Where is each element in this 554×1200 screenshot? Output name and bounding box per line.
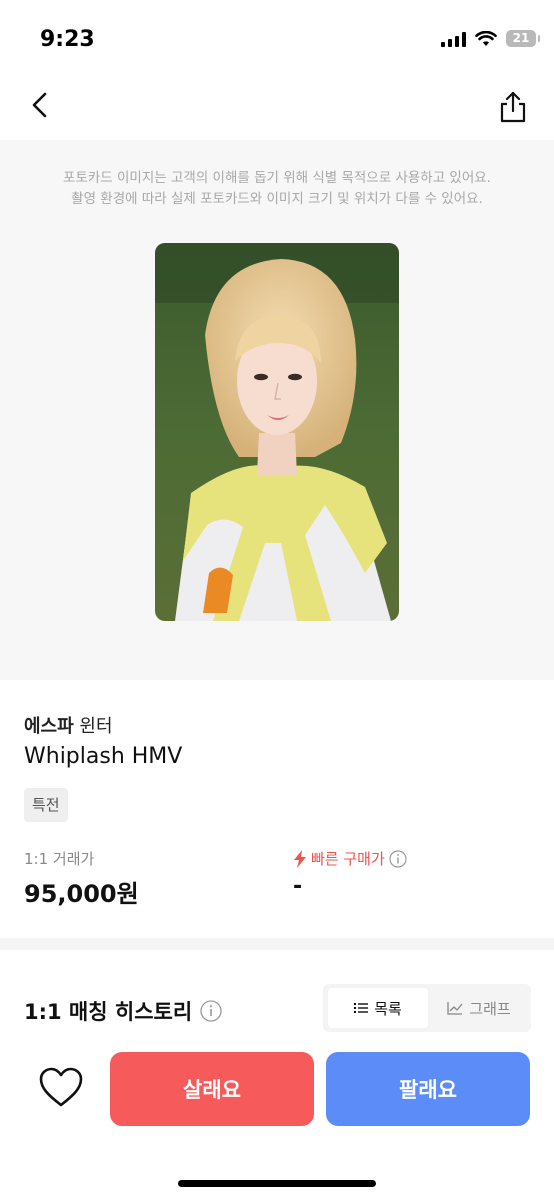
nav-bar <box>0 70 554 140</box>
photocard-photo <box>155 243 399 621</box>
status-bar: 9:23 21 <box>0 0 554 70</box>
product-title: Whiplash HMV <box>24 744 183 769</box>
list-icon <box>354 1003 369 1013</box>
chevron-left-icon <box>32 92 47 118</box>
tab-list-label: 목록 <box>374 999 402 1018</box>
info-icon[interactable] <box>389 849 407 868</box>
sell-button[interactable]: 팔래요 <box>326 1052 530 1126</box>
wifi-icon <box>475 30 497 46</box>
share-button[interactable] <box>498 90 528 124</box>
history-title: 1:1 매칭 히스토리 <box>24 996 222 1026</box>
fast-price-label-text: 빠른 구매가 <box>311 850 385 868</box>
tab-list[interactable]: 목록 <box>328 988 428 1028</box>
home-indicator[interactable] <box>178 1180 376 1187</box>
line-chart-icon <box>447 1002 463 1015</box>
view-toggle: 목록 그래프 <box>323 984 531 1032</box>
product-info: 에스파 윈터 Whiplash HMV 특전 1:1 거래가 95,000원 빠… <box>0 680 554 938</box>
status-icons: 21 <box>441 30 540 47</box>
image-notice: 포토카드 이미지는 고객의 이해를 돕기 위해 식별 목적으로 사용하고 있어요… <box>0 168 554 210</box>
trade-price-value: 95,000원 <box>24 880 139 908</box>
back-button[interactable] <box>26 90 56 120</box>
fast-price-label: 빠른 구매가 <box>293 848 407 869</box>
artist-name: 에스파 윈터 <box>24 712 113 738</box>
share-icon <box>500 91 526 123</box>
photo-area: 포토카드 이미지는 고객의 이해를 돕기 위해 식별 목적으로 사용하고 있어요… <box>0 140 554 680</box>
image-notice-line-1: 포토카드 이미지는 고객의 이해를 돕기 위해 식별 목적으로 사용하고 있어요… <box>63 170 491 186</box>
image-notice-line-2: 촬영 환경에 따라 실제 포토카드와 이미지 크기 및 위치가 다를 수 있어요… <box>71 191 483 207</box>
info-icon[interactable] <box>200 1000 222 1022</box>
cellular-signal-icon <box>441 31 466 47</box>
member-name: 윈터 <box>79 716 113 737</box>
trade-price-label: 1:1 거래가 <box>24 850 95 868</box>
status-time: 9:23 <box>40 27 95 52</box>
tab-graph[interactable]: 그래프 <box>431 988 527 1028</box>
heart-icon <box>39 1067 83 1107</box>
buy-button[interactable]: 살래요 <box>110 1052 314 1126</box>
fast-price-value: - <box>293 874 303 899</box>
section-divider <box>0 938 554 950</box>
bottom-action-bar: 살래요 팔래요 <box>0 1040 554 1200</box>
photocard-image[interactable] <box>155 243 399 621</box>
battery-icon: 21 <box>506 30 540 47</box>
tab-graph-label: 그래프 <box>469 999 511 1018</box>
wishlist-button[interactable] <box>38 1066 84 1110</box>
group-name: 에스파 <box>24 716 74 737</box>
lightning-icon <box>294 849 306 868</box>
benefit-badge: 특전 <box>24 788 68 822</box>
history-title-text: 1:1 매칭 히스토리 <box>24 1000 193 1024</box>
